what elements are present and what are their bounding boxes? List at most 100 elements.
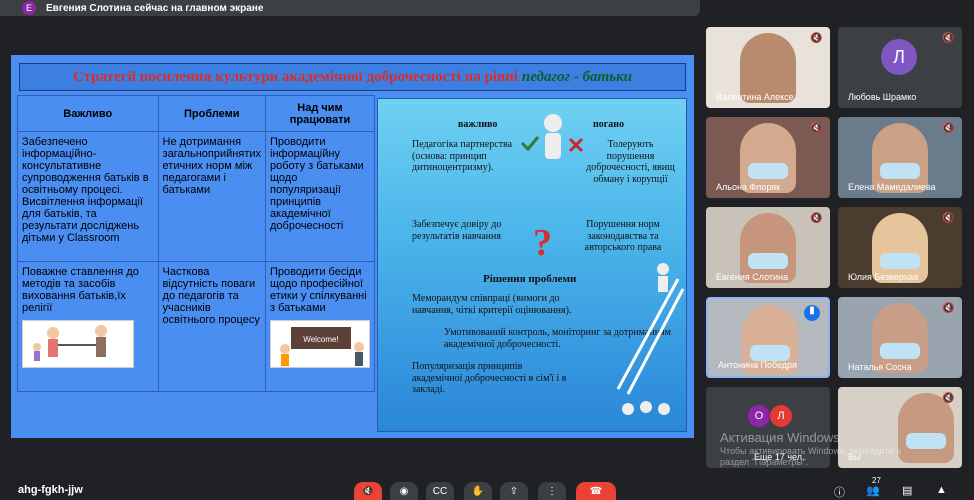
mask <box>748 253 788 269</box>
participant-name: Антонина Победря <box>718 360 797 370</box>
important-point-2: Забезпечує довіру до результатів навчанн… <box>412 219 502 242</box>
camera-icon: ◉ <box>399 485 409 497</box>
windows-activation-watermark: Активация Windows Чтобы активировать Win… <box>720 430 901 467</box>
info-button[interactable]: ⓘ <box>834 484 845 500</box>
participant-tile[interactable]: 🔇 Евгения Слотина <box>706 207 830 288</box>
table-header: Проблеми <box>157 95 267 132</box>
end-call-button[interactable]: ☎ <box>576 482 616 500</box>
watermark-line: раздел "Параметры". <box>720 457 809 467</box>
participant-name: Любовь Шрамко <box>848 92 917 102</box>
watermark-title: Активация Windows <box>720 430 840 445</box>
participant-tile[interactable]: 🔇 Елена Мамедалиева <box>838 117 962 198</box>
info-icon: ⓘ <box>834 487 845 499</box>
slide-title-main: Стратегії посилення культури академічної… <box>72 68 518 85</box>
strategy-table: Важливо Проблеми Над чим працювати Забез… <box>17 95 375 392</box>
participant-tile-speaking[interactable]: ▮ Антонина Победря <box>706 297 830 378</box>
chat-icon: ▤ <box>902 485 913 497</box>
table-header: Важливо <box>17 95 159 132</box>
welcome-text: Welcome! <box>303 335 338 344</box>
welcome-illustration: Welcome! <box>270 320 370 368</box>
hand-icon: ✋ <box>471 485 485 497</box>
mic-off-icon: 🔇 <box>810 213 823 224</box>
table-cell: Часткова відсутність поваги до педагогів… <box>157 261 267 392</box>
solution-title: Рішення проблеми <box>483 273 577 285</box>
presenter-banner-text: Евгения Слотина сейчас на главном экране <box>46 2 264 14</box>
participant-tile[interactable]: 🔇 Альона Флоряк <box>706 117 830 198</box>
parents-handshake-illustration <box>22 320 134 368</box>
presentation-banner: Е Евгения Слотина сейчас на главном экра… <box>0 0 700 16</box>
participant-tile[interactable]: 🔇 Наталья Сосна <box>838 297 962 378</box>
mic-off-icon: 🔇 <box>942 33 955 44</box>
more-options-button[interactable]: ⋮ <box>538 482 566 500</box>
mask <box>880 163 920 179</box>
mic-off-icon: 🔇 <box>810 33 823 44</box>
svg-text:?: ? <box>533 222 552 263</box>
mask <box>880 253 920 269</box>
figure-check-cross-icon <box>520 114 584 159</box>
captions-button[interactable]: CC <box>426 482 454 500</box>
table-cell-text: Проводити бесіди щодо професійної етики … <box>270 266 367 314</box>
participant-tile[interactable]: 🔇 Валентина Алексе... <box>706 27 830 108</box>
mic-off-icon: 🔇 <box>810 123 823 134</box>
mic-off-icon: 🔇 <box>942 123 955 134</box>
meeting-controls-bar: ahg-fgkh-jjw 🔇 ◉ CC ✋ ⇧ ⋮ ☎ ⓘ 👥 ▤ ▲ <box>0 478 974 500</box>
activities-button[interactable]: ▲ <box>936 484 947 496</box>
people-count-badge: 27 <box>872 476 881 485</box>
participant-name: Юлия Безверхая <box>848 272 919 282</box>
participant-avatar: Л <box>770 405 792 427</box>
present-button[interactable]: ⇧ <box>500 482 528 500</box>
teacher-welcome-icon: Welcome! <box>280 327 364 366</box>
shapes-icon: ▲ <box>936 484 947 496</box>
question-mark-icon: ? <box>533 222 552 263</box>
table-cell: Забезпечено інформаційно-консультативне … <box>17 131 159 262</box>
people-icon: 👥 <box>866 485 880 497</box>
people-button[interactable]: 👥 <box>866 484 880 497</box>
table-cell: Проводити інформаційну роботу з батьками… <box>265 131 375 262</box>
slide-title-subtitle: педагог - батьки <box>521 68 633 85</box>
table-cell: Не дотримання загальноприйнятих етичних … <box>157 131 267 262</box>
mic-off-icon: 🔇 <box>361 485 375 497</box>
solution-3: Популяризація принципів академічної добр… <box>412 361 567 395</box>
participant-tile[interactable]: 🔇 Юлия Безверхая <box>838 207 962 288</box>
bad-label: погано <box>593 119 625 130</box>
mic-off-icon: 🔇 <box>942 393 955 404</box>
important-label: важливо <box>458 119 498 130</box>
mask <box>750 345 790 361</box>
chat-button[interactable]: ▤ <box>902 484 912 497</box>
mask <box>748 163 788 179</box>
bad-point-1: Толерують порушення доброчесності, явищ … <box>586 139 675 185</box>
presenter-avatar: Е <box>22 1 36 15</box>
slide-title: Стратегії посилення культури академічної… <box>19 63 686 91</box>
table-cell: Проводити бесіди щодо професійної етики … <box>265 261 375 392</box>
ladder-figures-icon <box>616 263 685 415</box>
table-header: Над чим працювати <box>265 95 375 132</box>
participant-name: Валентина Алексе... <box>716 92 802 102</box>
participant-name: Наталья Сосна <box>848 362 912 372</box>
solution-1: Меморандум співпраці (вимоги до навчання… <box>412 293 572 316</box>
phone-hangup-icon: ☎ <box>589 485 603 497</box>
mic-toggle-button[interactable]: 🔇 <box>354 482 382 500</box>
participant-name: Альона Флоряк <box>716 182 781 192</box>
table-row: Забезпечено інформаційно-консультативне … <box>17 131 375 262</box>
camera-toggle-button[interactable]: ◉ <box>390 482 418 500</box>
slide-right-panel: важливо погано Педагогіка партнерства (о… <box>377 98 687 432</box>
participant-avatar: Л <box>881 39 917 75</box>
watermark-line: Чтобы активировать Windows, перейдите в <box>720 446 901 456</box>
more-vert-icon: ⋮ <box>547 485 557 497</box>
table-cell: Поважне ставлення до методів та засобів … <box>17 261 159 392</box>
people-icon <box>33 325 107 361</box>
captions-icon: CC <box>432 485 448 497</box>
mic-off-icon: 🔇 <box>942 213 955 224</box>
meeting-code: ahg-fgkh-jjw <box>18 484 83 496</box>
mask <box>906 433 946 449</box>
shared-screen-slide: Стратегії посилення культури академічної… <box>11 55 694 438</box>
speaking-indicator-icon: ▮ <box>804 305 820 321</box>
mask <box>880 343 920 359</box>
present-icon: ⇧ <box>509 485 519 497</box>
table-row: Поважне ставлення до методів та засобів … <box>17 261 375 392</box>
participant-name: Елена Мамедалиева <box>848 182 936 192</box>
participant-tile[interactable]: Л 🔇 Любовь Шрамко <box>838 27 962 108</box>
raise-hand-button[interactable]: ✋ <box>464 482 492 500</box>
table-cell-text: Поважне ставлення до методів та засобів … <box>22 266 139 314</box>
participant-avatar: О <box>748 405 770 427</box>
